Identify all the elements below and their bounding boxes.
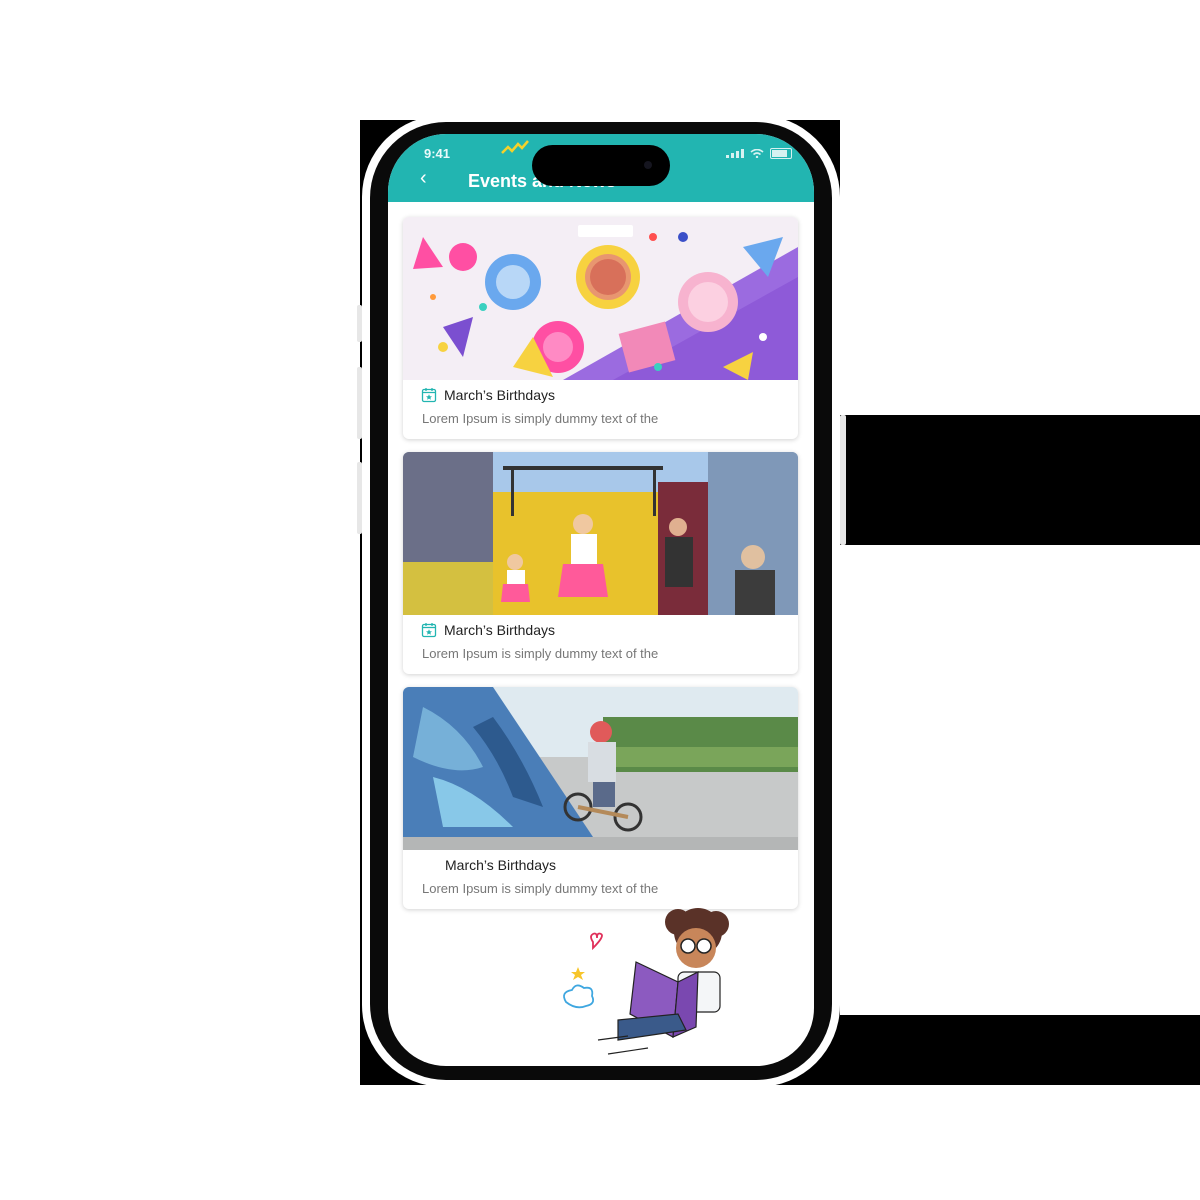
wifi-icon: [750, 149, 764, 158]
event-description: Lorem Ipsum is simply dummy text of the: [422, 646, 659, 661]
battery-icon: [770, 148, 792, 159]
child-reading-book-illustration: [563, 908, 729, 1055]
event-card[interactable]: March’s Birthdays Lorem Ipsum is simply …: [403, 687, 798, 909]
camera-icon: [644, 161, 652, 169]
party-table-photo: [403, 217, 798, 380]
volume-down-button: [357, 462, 362, 534]
signal-icon: [726, 149, 744, 158]
event-description: Lorem Ipsum is simply dummy text of the: [422, 881, 659, 896]
event-card[interactable]: March’s Birthdays Lorem Ipsum is simply …: [403, 452, 798, 674]
event-description: Lorem Ipsum is simply dummy text of the: [422, 411, 659, 426]
event-title: March’s Birthdays: [444, 622, 556, 638]
kids-parade-photo: [403, 452, 798, 615]
calendar-star-icon: [421, 388, 437, 403]
status-icons: [726, 148, 792, 159]
calendar-star-icon: [421, 623, 437, 638]
event-title: March’s Birthdays: [445, 857, 557, 873]
event-card[interactable]: March’s Birthdays Lorem Ipsum is simply …: [403, 217, 798, 439]
event-title: March’s Birthdays: [444, 387, 556, 403]
phone-screen: 9:41 ‹ Events and News: [388, 134, 814, 1066]
status-time: 9:41: [424, 146, 451, 161]
skatepark-balance-bike-photo: [403, 687, 798, 850]
action-button: [357, 305, 362, 342]
chevron-left-icon[interactable]: ‹: [420, 168, 427, 188]
squiggle-decoration: [501, 140, 529, 154]
dynamic-island: [532, 145, 670, 186]
power-button: [840, 415, 846, 545]
volume-up-button: [357, 367, 362, 439]
